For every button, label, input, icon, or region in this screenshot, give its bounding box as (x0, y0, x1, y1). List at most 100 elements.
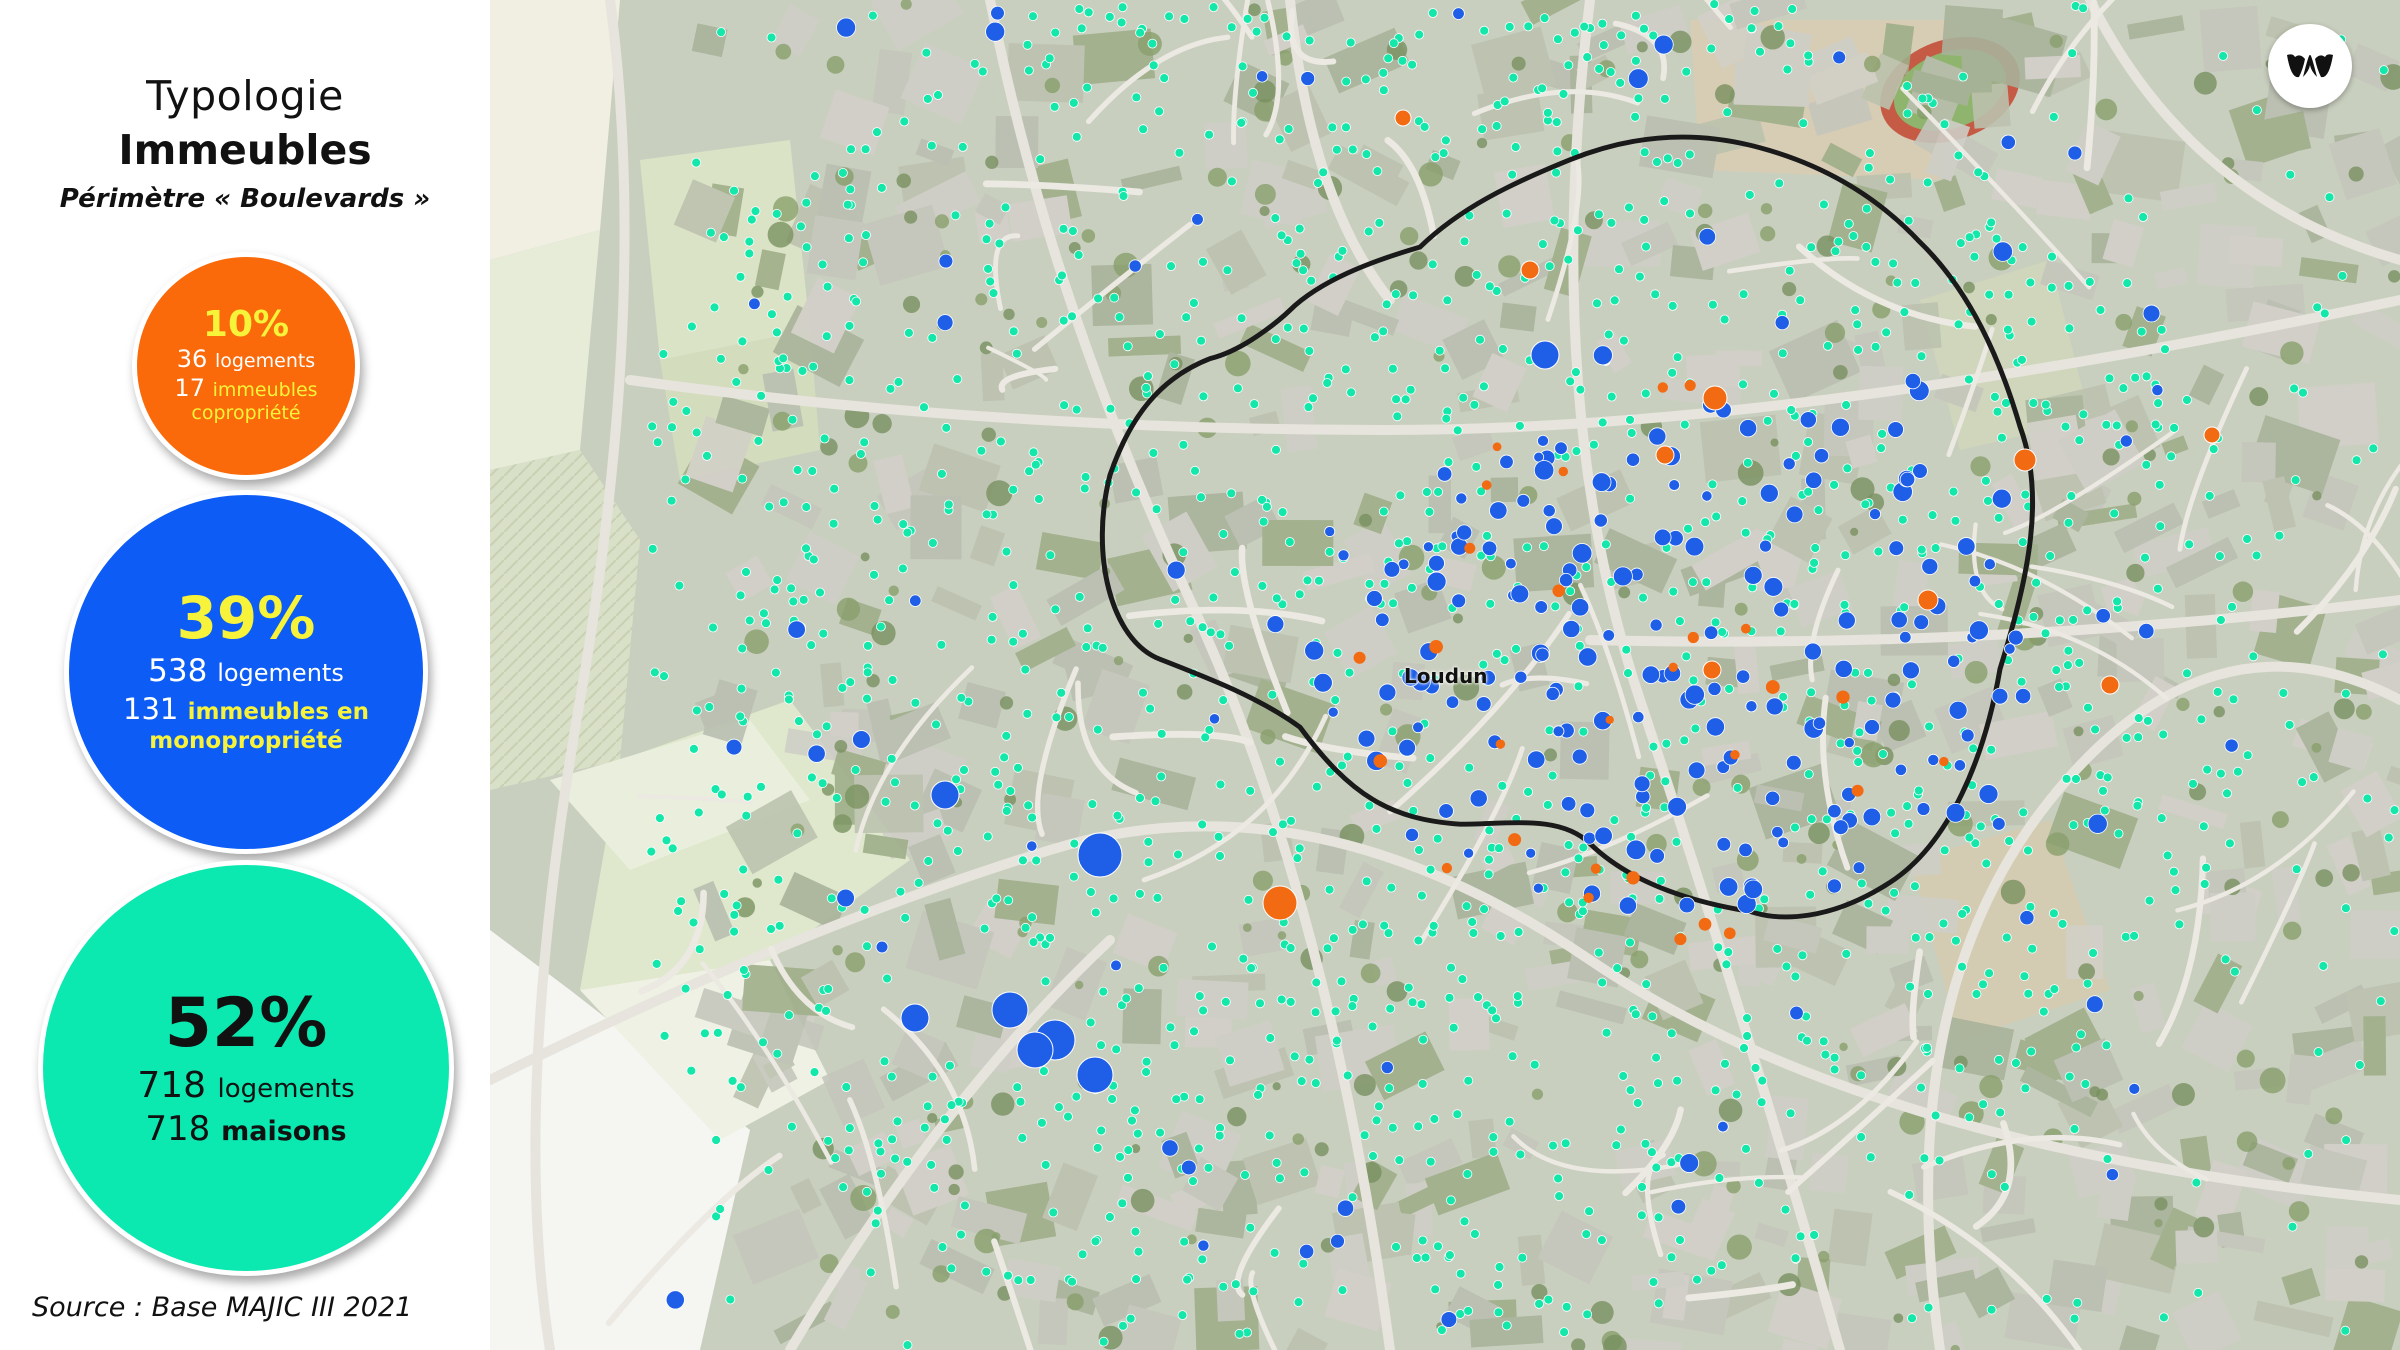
maison-point (1964, 232, 1975, 243)
maison-point (1418, 1034, 1428, 1045)
maison-point (1854, 727, 1865, 738)
maison-point (1640, 388, 1651, 399)
maison-point (1672, 158, 1683, 168)
monopropriete-point (2085, 995, 2104, 1014)
monopropriete-point (2087, 813, 2108, 834)
maison-point (1463, 1075, 1474, 1086)
tree (1850, 477, 1875, 502)
monopropriete-point (1771, 825, 1784, 839)
maison-point (2026, 1046, 2037, 1057)
maison-point (1501, 208, 1512, 219)
monopropriete-point (1527, 750, 1546, 769)
tree (1782, 282, 1797, 297)
maison-point (1641, 803, 1651, 813)
maison-point (1303, 402, 1314, 413)
maison-point (1230, 1279, 1241, 1290)
maison-point (1913, 785, 1924, 796)
tree (1770, 438, 1779, 447)
tree (2354, 1255, 2369, 1269)
maison-point (821, 721, 832, 732)
maison-point (1427, 259, 1438, 270)
maison-point (1074, 4, 1085, 14)
maison-point (763, 1165, 774, 1175)
maison-point (1198, 1005, 1208, 1016)
tree (2115, 313, 2133, 331)
maison-point (1865, 1152, 1876, 1163)
maison-point (2188, 778, 2198, 789)
maison-point (1484, 281, 1495, 292)
maison-point (900, 913, 911, 923)
maison-point (1358, 919, 1368, 930)
maison-point (1395, 490, 1406, 501)
tree (1714, 84, 1735, 105)
maison-point (1388, 363, 1398, 374)
maison-point (1856, 1070, 1866, 1081)
maison-point (2248, 651, 2259, 662)
maison-point (1507, 169, 1518, 180)
maison-point (1639, 147, 1650, 158)
monopropriete-point (1625, 452, 1641, 467)
monopropriete-point (1913, 614, 1930, 631)
tree (1833, 364, 1848, 380)
maison-point (988, 288, 999, 299)
maison-point (2102, 772, 2113, 783)
maison-point (838, 1182, 849, 1192)
tree (1630, 950, 1649, 969)
maison-point (1425, 753, 1436, 763)
maison-point (1499, 655, 1510, 665)
maison-point (1542, 800, 1553, 810)
maison-point (823, 1135, 834, 1146)
maison-point (995, 436, 1006, 447)
maison-point (1299, 1167, 1310, 1178)
maison-point (659, 1031, 670, 1041)
maison-point (1289, 1051, 1300, 1062)
maison-point (1667, 300, 1678, 311)
maison-point (1784, 265, 1795, 276)
maison-point (1772, 944, 1783, 954)
maison-point (1179, 14, 1190, 24)
maison-point (1215, 851, 1225, 861)
maison-point (1742, 1031, 1752, 1041)
maison-point (1863, 668, 1873, 678)
maison-point (1304, 346, 1315, 356)
maison-point (1919, 1153, 1930, 1164)
monopropriete-point (1180, 1159, 1197, 1176)
maison-point (1840, 550, 1851, 561)
maison-point (1265, 1033, 1276, 1043)
monopropriete-point (2105, 1168, 2119, 1182)
maison-point (821, 1006, 831, 1016)
monopropriete-point (1554, 441, 1568, 455)
maison-point (1024, 65, 1034, 76)
maison-point (1769, 388, 1779, 399)
maison-point (1973, 167, 1984, 178)
maison-point (1661, 738, 1672, 749)
monopropriete-point-large (991, 991, 1029, 1029)
maison-point (890, 777, 900, 788)
maison-point (1248, 1286, 1259, 1297)
monopropriete-point (1469, 789, 1488, 808)
maison-point (927, 538, 938, 548)
maison-point (2138, 212, 2148, 222)
maison-point (1861, 203, 1872, 214)
maison-point (859, 437, 870, 448)
maison-point (845, 677, 856, 687)
maison-point (1553, 34, 1563, 45)
maison-point (1922, 177, 1933, 188)
maison-point (902, 1340, 913, 1350)
maison-point (1337, 1285, 1348, 1295)
monopropriete-point (1545, 517, 1563, 536)
tree (1227, 1107, 1247, 1127)
maison-point (2153, 583, 2163, 594)
monopropriete-point (1743, 879, 1764, 900)
maison-point (1001, 731, 1012, 741)
maison-point (1141, 1056, 1152, 1067)
monopropriete-point (936, 314, 954, 331)
maison-point (1975, 821, 1986, 832)
maison-point (2136, 326, 2147, 337)
monopropriete-point (1899, 630, 1912, 644)
maison-point (1986, 1169, 1997, 1180)
maison-point (735, 590, 746, 601)
maison-point (1625, 937, 1635, 948)
brand-logo[interactable] (2268, 24, 2352, 108)
monopropriete-point (1960, 728, 1975, 743)
